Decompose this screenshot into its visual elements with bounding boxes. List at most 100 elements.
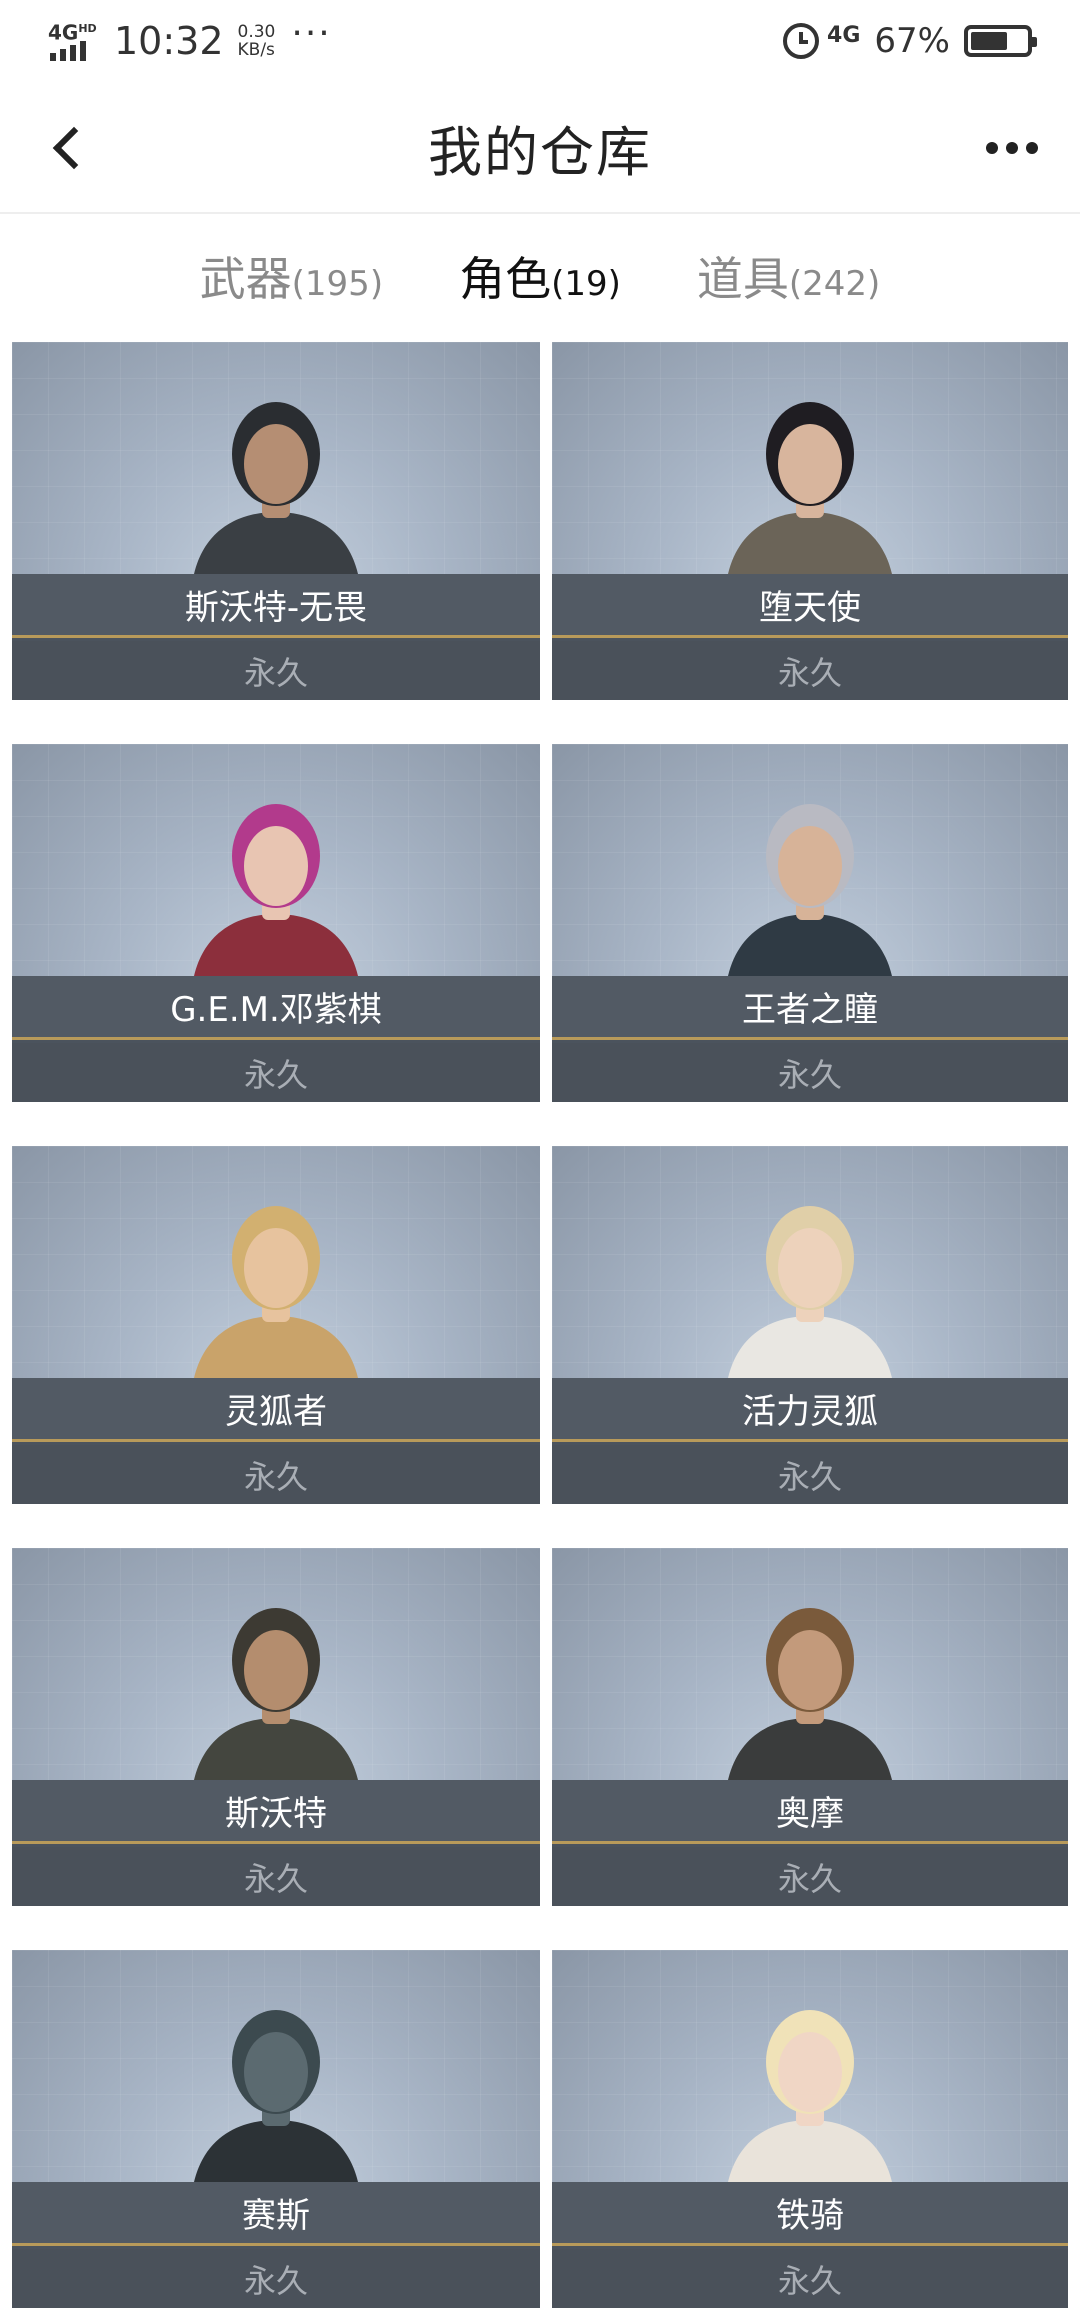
- chevron-left-icon: [52, 126, 96, 170]
- character-grid: 斯沃特-无畏 永久 堕天使 永久 G.E.M.邓紫棋 永久 王者之瞳 永久 灵狐…: [12, 342, 1070, 2308]
- cap-girl-avatar: [194, 1206, 358, 1378]
- tab-label: 道具: [696, 252, 789, 306]
- character-duration: 永久: [12, 641, 540, 700]
- tab-label: 角色: [459, 252, 552, 306]
- avatar-face: [778, 826, 842, 906]
- character-card[interactable]: 灵狐者 永久: [12, 1146, 540, 1504]
- character-duration: 永久: [552, 2249, 1068, 2308]
- avatar-shoulders: [194, 512, 358, 574]
- avatar-shoulders: [194, 914, 358, 976]
- character-card[interactable]: 斯沃特-无畏 永久: [12, 342, 540, 700]
- character-portrait: [552, 1146, 1068, 1378]
- character-portrait: [12, 744, 540, 976]
- clock: 10:32: [114, 19, 224, 63]
- speed-unit: KB/s: [237, 40, 275, 60]
- avatar-shoulders: [728, 914, 892, 976]
- character-name: 活力灵狐: [552, 1378, 1068, 1442]
- soldier-helmet-avatar: [194, 402, 358, 574]
- character-portrait: [12, 1548, 540, 1780]
- avatar-face: [778, 1630, 842, 1710]
- tab-label: 武器: [199, 252, 292, 306]
- character-name: 灵狐者: [12, 1378, 540, 1442]
- character-name: 斯沃特-无畏: [12, 574, 540, 638]
- network-type: 4GHD: [48, 19, 97, 43]
- network-speed: 0.30 KB/s: [238, 23, 276, 59]
- back-button[interactable]: [36, 116, 100, 180]
- character-name: 王者之瞳: [552, 976, 1068, 1040]
- character-card[interactable]: 铁骑 永久: [552, 1950, 1068, 2308]
- more-dot-icon: [1006, 142, 1018, 154]
- character-portrait: [552, 1548, 1068, 1780]
- red-cap-girl-avatar: [728, 1206, 892, 1378]
- avatar-face: [244, 826, 308, 906]
- category-tabs: 武器 (195) 角色 (19) 道具 (242): [0, 214, 1080, 338]
- avatar-shoulders: [728, 1718, 892, 1780]
- silver-hair-man-avatar: [728, 804, 892, 976]
- character-duration: 永久: [552, 1847, 1068, 1906]
- more-dot-icon: [1026, 142, 1038, 154]
- character-portrait: [552, 744, 1068, 976]
- character-name: 堕天使: [552, 574, 1068, 638]
- character-portrait: [552, 342, 1068, 574]
- signal-icon: 4GHD: [48, 19, 100, 63]
- page-title: 我的仓库: [428, 120, 652, 184]
- character-portrait: [12, 342, 540, 574]
- character-portrait: [552, 1950, 1068, 2182]
- character-card[interactable]: 活力灵狐 永久: [552, 1146, 1068, 1504]
- nav-bar: 我的仓库: [0, 82, 1080, 214]
- more-notifications-icon: ···: [291, 13, 332, 54]
- more-options-button[interactable]: [980, 122, 1044, 174]
- avatar-shoulders: [194, 1316, 358, 1378]
- battery-percent: 67%: [874, 21, 950, 61]
- headset-soldier-avatar: [194, 1608, 358, 1780]
- character-portrait: [12, 1146, 540, 1378]
- tab-items[interactable]: 道具 (242): [697, 243, 880, 309]
- character-duration: 永久: [552, 641, 1068, 700]
- character-duration: 永久: [12, 1043, 540, 1102]
- character-duration: 永久: [12, 2249, 540, 2308]
- character-duration: 永久: [552, 1445, 1068, 1504]
- character-card[interactable]: 王者之瞳 永久: [552, 744, 1068, 1102]
- avatar-face: [244, 1228, 308, 1308]
- avatar-face: [244, 424, 308, 504]
- character-card[interactable]: 斯沃特 永久: [12, 1548, 540, 1906]
- speed-value: 0.30: [237, 22, 276, 42]
- character-name: 赛斯: [12, 2182, 540, 2246]
- avatar-shoulders: [728, 1316, 892, 1378]
- tab-count: (195): [291, 264, 384, 304]
- character-name: G.E.M.邓紫棋: [12, 976, 540, 1040]
- character-duration: 永久: [552, 1043, 1068, 1102]
- status-left: 4GHD 10:32 0.30 KB/s ···: [48, 13, 332, 64]
- character-portrait: [12, 1950, 540, 2182]
- more-dot-icon: [986, 142, 998, 154]
- network-hd-label: HD: [78, 22, 97, 35]
- avatar-shoulders: [728, 512, 892, 574]
- tab-count: (242): [788, 264, 881, 304]
- alarm-icon: [783, 23, 820, 59]
- avatar-face: [778, 2032, 842, 2112]
- tab-characters[interactable]: 角色 (19): [459, 243, 621, 309]
- network-indicator: 4G: [827, 22, 861, 48]
- character-card[interactable]: 奥摩 永久: [552, 1548, 1068, 1906]
- character-card[interactable]: 赛斯 永久: [12, 1950, 540, 2308]
- avatar-shoulders: [194, 2120, 358, 2182]
- avatar-face: [778, 424, 842, 504]
- character-name: 斯沃特: [12, 1780, 540, 1844]
- avatar-face: [778, 1228, 842, 1308]
- avatar-face: [244, 1630, 308, 1710]
- avatar-face: [244, 2032, 308, 2112]
- gas-mask-avatar: [194, 2010, 358, 2182]
- character-card[interactable]: G.E.M.邓紫棋 永久: [12, 744, 540, 1102]
- avatar-shoulders: [728, 2120, 892, 2182]
- status-bar: 4GHD 10:32 0.30 KB/s ··· 4G 67%: [0, 0, 1080, 82]
- dark-angel-avatar: [728, 402, 892, 574]
- character-duration: 永久: [12, 1847, 540, 1906]
- avatar-shoulders: [194, 1718, 358, 1780]
- beanie-man-avatar: [728, 1608, 892, 1780]
- tab-count: (19): [551, 264, 621, 304]
- battery-icon: [964, 25, 1037, 57]
- character-card[interactable]: 堕天使 永久: [552, 342, 1068, 700]
- character-name: 奥摩: [552, 1780, 1068, 1844]
- status-right: 4G 67%: [783, 21, 1037, 61]
- tab-weapons[interactable]: 武器 (195): [200, 243, 383, 309]
